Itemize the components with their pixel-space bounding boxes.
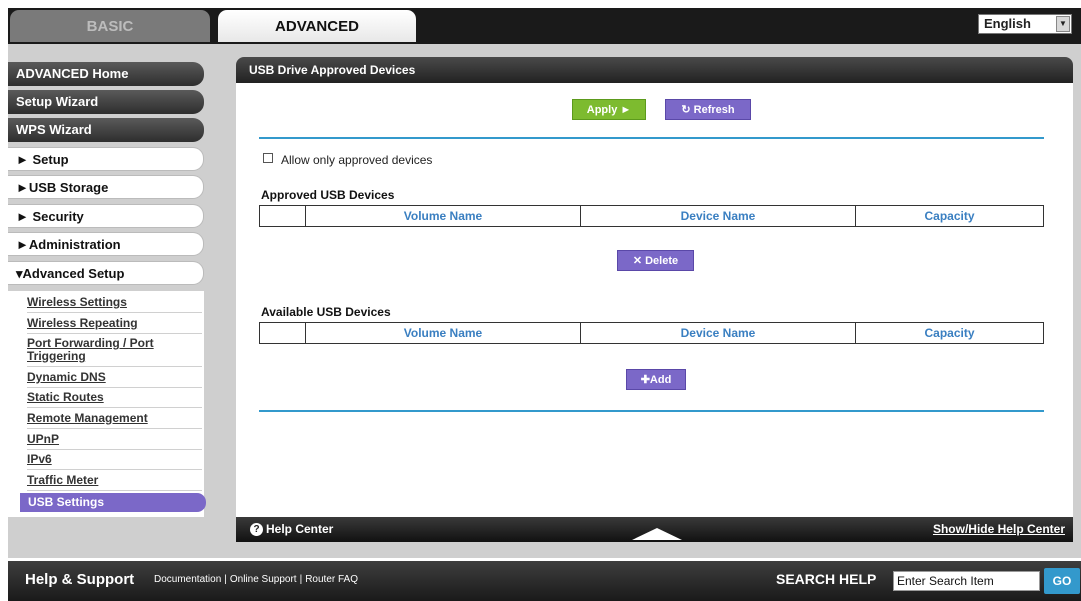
submenu-static-routes[interactable]: Static Routes <box>27 391 202 408</box>
submenu-upnp[interactable]: UPnP <box>27 433 202 450</box>
expand-arrow-icon[interactable] <box>632 528 682 540</box>
search-help-label: SEARCH HELP <box>776 571 877 587</box>
submenu-usb-settings[interactable]: USB Settings <box>20 493 206 512</box>
sidebar-item-usb-storage[interactable]: ►USB Storage <box>8 175 204 199</box>
capacity-header: Capacity <box>855 322 1044 344</box>
approved-devices-table: Volume Name Device Name Capacity <box>259 205 1044 227</box>
footer-links: Documentation | Online Support | Router FAQ <box>154 574 358 585</box>
approved-devices-title: Approved USB Devices <box>261 188 395 202</box>
allow-approved-label: Allow only approved devices <box>281 153 433 167</box>
help-center-label: Help Center <box>266 522 334 536</box>
device-name-header: Device Name <box>580 322 856 344</box>
submenu-ipv6[interactable]: IPv6 <box>27 453 202 470</box>
show-hide-help-link[interactable]: Show/Hide Help Center <box>933 517 1065 542</box>
divider <box>259 410 1044 412</box>
select-column-header <box>259 205 306 227</box>
online-support-link[interactable]: Online Support <box>230 574 297 585</box>
table-header-row: Volume Name Device Name Capacity <box>259 205 1044 227</box>
table-header-row: Volume Name Device Name Capacity <box>259 322 1044 344</box>
tab-advanced[interactable]: ADVANCED <box>218 10 416 42</box>
separator: | <box>224 574 227 585</box>
sidebar-item-setup[interactable]: ► Setup <box>8 147 204 171</box>
apply-button[interactable]: Apply ► <box>572 99 646 120</box>
available-devices-table: Volume Name Device Name Capacity <box>259 322 1044 344</box>
tab-basic[interactable]: BASIC <box>10 10 210 42</box>
refresh-button[interactable]: ↻ Refresh <box>665 99 751 120</box>
divider <box>259 137 1044 139</box>
help-icon: ? <box>250 523 263 536</box>
sidebar-item-advanced-home[interactable]: ADVANCED Home <box>8 62 204 86</box>
sidebar-item-label: ▾Advanced Setup <box>16 266 125 281</box>
submenu-wireless-settings[interactable]: Wireless Settings <box>27 296 202 313</box>
volume-name-header: Volume Name <box>305 205 581 227</box>
delete-button[interactable]: ✕ Delete <box>617 250 694 271</box>
submenu-remote-management[interactable]: Remote Management <box>27 412 202 429</box>
sidebar-item-wps-wizard[interactable]: WPS Wizard <box>8 118 204 142</box>
add-button[interactable]: ✚Add <box>626 369 686 390</box>
capacity-header: Capacity <box>855 205 1044 227</box>
available-devices-title: Available USB Devices <box>261 305 391 319</box>
volume-name-header: Volume Name <box>305 322 581 344</box>
allow-approved-checkbox[interactable] <box>263 153 273 163</box>
main-panel <box>236 83 1073 517</box>
documentation-link[interactable]: Documentation <box>154 574 221 585</box>
sidebar-item-label: ► Setup <box>16 152 69 167</box>
sidebar-item-administration[interactable]: ►Administration <box>8 232 204 256</box>
footer: Help & Support Documentation | Online Supp… <box>8 561 1081 601</box>
language-select[interactable]: English ▼ <box>978 14 1072 34</box>
select-column-header <box>259 322 306 344</box>
router-faq-link[interactable]: Router FAQ <box>305 574 358 585</box>
page-title: USB Drive Approved Devices <box>236 57 1073 83</box>
sidebar-item-advanced-setup[interactable]: ▾Advanced Setup <box>8 261 204 285</box>
submenu-port-forwarding[interactable]: Port Forwarding / Port Triggering <box>27 337 202 367</box>
submenu-wireless-repeating[interactable]: Wireless Repeating <box>27 317 202 334</box>
sidebar-item-label: ► Security <box>16 209 84 224</box>
language-value: English <box>984 16 1031 31</box>
search-input[interactable] <box>893 571 1040 591</box>
sidebar-item-security[interactable]: ► Security <box>8 204 204 228</box>
submenu-traffic-meter[interactable]: Traffic Meter <box>27 474 202 491</box>
go-button[interactable]: GO <box>1044 568 1080 594</box>
sidebar-item-setup-wizard[interactable]: Setup Wizard <box>8 90 204 114</box>
submenu-dynamic-dns[interactable]: Dynamic DNS <box>27 371 202 388</box>
sidebar-item-label: ►USB Storage <box>16 180 109 195</box>
help-support-title: Help & Support <box>25 571 135 588</box>
separator: | <box>299 574 303 585</box>
sidebar-item-label: ►Administration <box>16 237 121 252</box>
device-name-header: Device Name <box>580 205 856 227</box>
chevron-down-icon[interactable]: ▼ <box>1056 16 1070 32</box>
